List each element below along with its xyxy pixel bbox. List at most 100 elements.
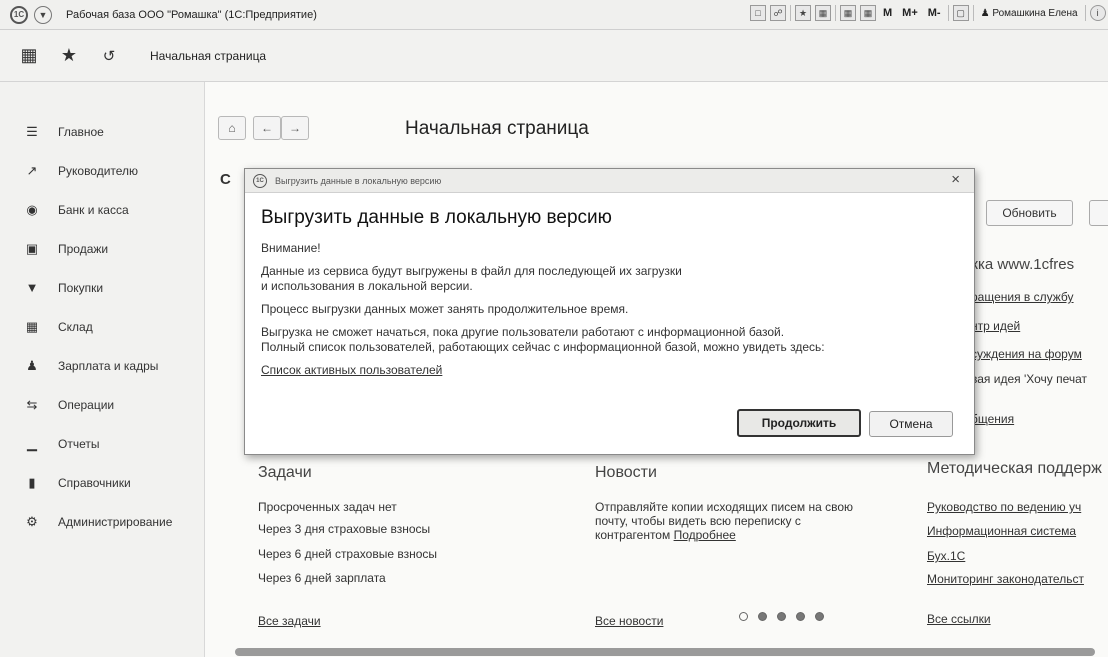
idea-text: вая идея 'Хочу печат: [971, 372, 1088, 386]
document-icon[interactable]: □: [750, 5, 766, 21]
window-title: Рабочая база ООО "Ромашка" (1С:Предприят…: [66, 8, 317, 21]
operations-icon: ⇆: [26, 396, 38, 412]
toolbar-separator: [947, 5, 949, 21]
dialog-titlebar: 1С Выгрузить данные в локальную версию ×: [245, 169, 974, 193]
pager-dot[interactable]: [815, 612, 824, 621]
pager-dot[interactable]: [739, 612, 748, 621]
title-bar: 1С ▼ Рабочая база ООО "Ромашка" (1С:Пред…: [0, 0, 1108, 30]
sidebar-item-warehouse[interactable]: ▦ Склад: [0, 307, 204, 346]
news-more-link[interactable]: Подробнее: [674, 528, 736, 542]
pager-dot[interactable]: [758, 612, 767, 621]
info-line: Данные из сервиса будут выгружены в файл…: [261, 264, 682, 278]
info-line: и использования в локальной версии.: [261, 279, 473, 293]
news-title: Новости: [595, 464, 657, 481]
link-icon[interactable]: ☍: [770, 5, 786, 21]
toolbar-separator: [790, 5, 791, 21]
window-icon[interactable]: ▢: [952, 5, 969, 21]
history-icon[interactable]: ↺: [94, 41, 124, 71]
memory-minus-button[interactable]: M-: [925, 7, 944, 19]
task-row[interactable]: Через 6 дней страховые взносы: [258, 547, 437, 561]
1c-logo-icon: 1С: [10, 5, 28, 24]
book-icon: ▮: [28, 474, 36, 490]
tab-home[interactable]: Начальная страница: [142, 45, 274, 67]
sidebar-item-label: Зарплата и кадры: [58, 358, 159, 373]
users-paragraph: Выгрузка не сможет начаться, пока другие…: [261, 325, 958, 355]
warehouse-icon: ▦: [25, 318, 39, 334]
all-news-link[interactable]: Все новости: [595, 614, 663, 628]
task-row[interactable]: Через 6 дней зарплата: [258, 571, 386, 585]
close-icon[interactable]: ×: [951, 171, 960, 188]
forum-link[interactable]: суждения на форум: [971, 347, 1082, 361]
pager-dot[interactable]: [796, 612, 805, 621]
sidebar-item-catalogs[interactable]: ▮ Справочники: [0, 463, 204, 502]
dialog-window-title: Выгрузить данные в локальную версию: [275, 175, 442, 186]
sidebar-item-reports[interactable]: ▁ Отчеты: [0, 424, 204, 463]
memory-button[interactable]: M: [880, 7, 895, 19]
method-link[interactable]: Руководство по ведению уч: [927, 500, 1081, 514]
continue-button[interactable]: Продолжить: [737, 409, 861, 437]
more-button[interactable]: [1089, 200, 1108, 226]
section-bar: ▦ ★ ↺ Начальная страница: [0, 30, 1108, 82]
forward-button[interactable]: →: [281, 116, 309, 140]
memory-plus-button[interactable]: M+: [899, 7, 921, 19]
messages-link[interactable]: бщения: [971, 412, 1014, 426]
menu-icon: ☰: [26, 123, 38, 139]
table-icon[interactable]: ▦: [840, 5, 856, 21]
toolbar-separator: [835, 5, 836, 21]
support-link[interactable]: ращения в службу: [971, 290, 1074, 304]
method-link[interactable]: Бух.1С: [927, 549, 965, 563]
dialog-heading: Выгрузить данные в локальную версию: [261, 207, 612, 228]
attention-text: Внимание!: [261, 241, 321, 255]
sidebar-item-salary[interactable]: ♟ Зарплата и кадры: [0, 346, 204, 385]
sidebar-item-label: Покупки: [58, 280, 104, 295]
favorites-icon[interactable]: ★: [795, 5, 811, 21]
section-title-fragment: С: [220, 171, 231, 188]
current-user[interactable]: ♟ Ромашкина Елена: [978, 8, 1081, 19]
task-row[interactable]: Через 3 дня страховые взносы: [258, 522, 430, 536]
sidebar-item-label: Склад: [58, 319, 93, 334]
main-menu-icon[interactable]: ▼: [34, 5, 52, 24]
back-button[interactable]: ←: [253, 116, 281, 140]
history-icon[interactable]: ▦: [815, 5, 831, 21]
arrow-right-icon: →: [289, 121, 301, 135]
chart-icon: ↗: [26, 162, 38, 178]
info-paragraph: Данные из сервиса будут выгружены в файл…: [261, 264, 958, 294]
task-row: Просроченных задач нет: [258, 500, 397, 514]
cancel-button[interactable]: Отмена: [869, 411, 953, 437]
dialog-body: Выгрузить данные в локальную версию Вним…: [245, 193, 974, 391]
info-line: Выгрузка не сможет начаться, пока другие…: [261, 325, 785, 339]
horizontal-scrollbar[interactable]: [235, 648, 1095, 656]
method-link[interactable]: Информационная система: [927, 524, 1076, 538]
page-title: Начальная страница: [405, 118, 589, 139]
calculator-icon[interactable]: ▦: [860, 5, 876, 21]
sidebar-item-purchases[interactable]: ▼ Покупки: [0, 268, 204, 307]
home-button[interactable]: ⌂: [218, 116, 246, 140]
support-title: жка www.1cfres: [968, 256, 1075, 273]
method-link[interactable]: Мониторинг законодательст: [927, 572, 1084, 586]
refresh-button[interactable]: Обновить: [986, 200, 1073, 226]
all-links-link[interactable]: Все ссылки: [927, 612, 991, 626]
bag-icon: ▣: [25, 240, 39, 256]
user-name: Ромашкина Елена: [992, 7, 1078, 19]
title-toolbar: □ ☍ ★ ▦ ▦ ▦ M M+ M- ▢ ♟ Ромашкина Елена …: [750, 5, 1106, 21]
active-users-link[interactable]: Список активных пользователей: [261, 363, 442, 377]
all-tasks-link[interactable]: Все задачи: [258, 614, 321, 628]
home-icon: ⌂: [228, 121, 236, 135]
apps-grid-icon[interactable]: ▦: [14, 41, 44, 71]
sidebar-item-main[interactable]: ☰ Главное: [0, 112, 204, 151]
sidebar-item-admin[interactable]: ⚙ Администрирование: [0, 502, 204, 541]
info-icon[interactable]: i: [1089, 5, 1106, 21]
sidebar-item-operations[interactable]: ⇆ Операции: [0, 385, 204, 424]
ideas-link[interactable]: нтр идей: [971, 319, 1020, 333]
sidebar-item-manager[interactable]: ↗ Руководителю: [0, 151, 204, 190]
coin-icon: ◉: [26, 201, 38, 217]
arrow-left-icon: ←: [261, 121, 273, 135]
pager-dot[interactable]: [777, 612, 786, 621]
toolbar-separator: [1084, 5, 1086, 21]
toolbar-separator: [972, 5, 974, 21]
star-icon[interactable]: ★: [54, 41, 84, 71]
sidebar-item-sales[interactable]: ▣ Продажи: [0, 229, 204, 268]
info-line: Полный список пользователей, работающих …: [261, 340, 825, 354]
sidebar-item-bank[interactable]: ◉ Банк и касса: [0, 190, 204, 229]
method-title: Методическая поддерж: [927, 460, 1102, 477]
